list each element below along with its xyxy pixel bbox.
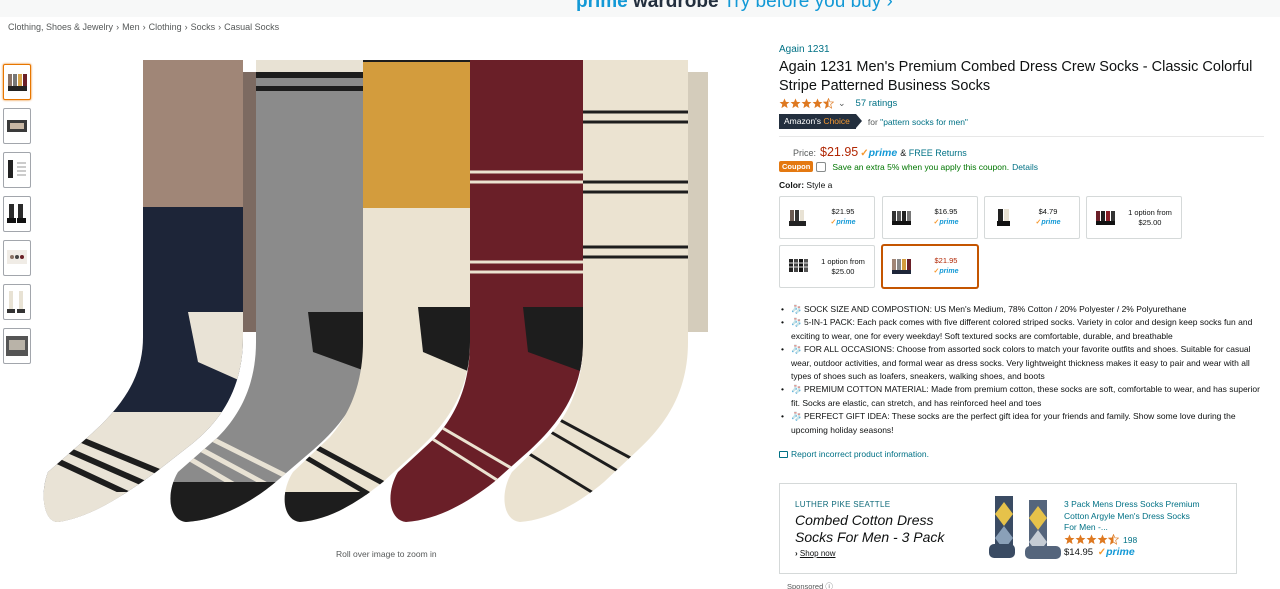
color-swatches: $21.95 ✓prime $16.95 ✓prime $4.79 ✓prime 1 … bbox=[779, 196, 1264, 291]
prime-logo: prime bbox=[868, 147, 898, 159]
speech-bubble-icon bbox=[779, 450, 788, 458]
coupon-checkbox[interactable] bbox=[816, 161, 827, 172]
price-row: Price: $21.95 ✓ prime & FREE Returns bbox=[779, 145, 1264, 159]
star-full-icon bbox=[812, 98, 823, 109]
feature-bullet: 🧦 PERFECT GIFT IDEA: These socks are the… bbox=[779, 410, 1264, 437]
breadcrumb-casual-socks[interactable]: Casual Socks bbox=[224, 22, 279, 32]
thumbnail-2[interactable] bbox=[3, 108, 31, 144]
star-full-icon bbox=[779, 98, 790, 109]
main-product-image[interactable] bbox=[38, 52, 738, 532]
swatch-3[interactable]: $4.79 ✓prime bbox=[984, 196, 1080, 239]
size-chart-thumbnail-icon bbox=[8, 160, 26, 178]
price-value: $21.95 bbox=[820, 145, 859, 159]
coupon-badge: Coupon bbox=[779, 161, 814, 172]
rating-row: ⌄ 57 ratings bbox=[779, 98, 1264, 109]
sponsored-label[interactable]: Sponsored ⓘ bbox=[787, 581, 833, 589]
star-full-icon bbox=[801, 98, 812, 109]
swatch-socks-icon bbox=[892, 210, 911, 225]
zoom-hint: Roll over image to zoom in bbox=[336, 549, 437, 559]
brand-link[interactable]: Again 1231 bbox=[779, 44, 1264, 55]
coupon-details-link[interactable]: Details bbox=[1012, 162, 1038, 172]
shop-now-link[interactable]: › Shop now bbox=[795, 549, 836, 558]
detail-thumbnail-icon bbox=[6, 336, 28, 356]
swatch-6-selected[interactable]: $21.95 ✓prime bbox=[882, 245, 978, 288]
swatch-socks-icon bbox=[892, 258, 911, 274]
breadcrumb-men[interactable]: Men bbox=[122, 22, 140, 32]
swatch-2[interactable]: $16.95 ✓prime bbox=[882, 196, 978, 239]
prime-logo: prime bbox=[1106, 546, 1135, 558]
ad-product-image[interactable] bbox=[985, 492, 1065, 568]
breadcrumb-separator: › bbox=[142, 22, 146, 32]
thumbnail-6[interactable] bbox=[3, 284, 31, 320]
product-title: Again 1231 Men's Premium Combed Dress Cr… bbox=[779, 59, 1253, 94]
coupon-text: Save an extra 5% when you apply this cou… bbox=[832, 161, 1010, 172]
prime-check-icon: ✓ bbox=[860, 148, 869, 159]
choice-query: for "pattern socks for men" bbox=[867, 116, 968, 127]
thumbnail-5[interactable] bbox=[3, 240, 31, 276]
image-thumbnails bbox=[3, 64, 33, 372]
selected-color: Style a bbox=[806, 180, 833, 190]
prime-check-icon: ✓ bbox=[1097, 547, 1107, 558]
report-incorrect-info[interactable]: Report incorrect product information. bbox=[779, 449, 1264, 459]
price-label: Price: bbox=[793, 148, 817, 158]
swatch-socks-icon bbox=[1096, 210, 1115, 225]
thumbnail-7[interactable] bbox=[3, 328, 31, 364]
breadcrumb-socks[interactable]: Socks bbox=[191, 22, 216, 32]
star-half-icon bbox=[823, 98, 834, 109]
breadcrumb-separator: › bbox=[184, 22, 188, 32]
star-full-icon bbox=[1086, 534, 1097, 545]
thumbnail-1[interactable] bbox=[3, 64, 31, 100]
amazons-choice-row: Amazon's Choice for "pattern socks for m… bbox=[779, 114, 1264, 129]
ad-rating-count: 198 bbox=[1123, 534, 1138, 545]
breadcrumb-separator: › bbox=[116, 22, 120, 32]
feature-bullet: 🧦 FOR ALL OCCASIONS: Choose from assorte… bbox=[779, 343, 1264, 383]
sponsored-ad[interactable]: LUTHER PIKE SEATTLE Combed Cotton Dress … bbox=[779, 483, 1237, 574]
color-selector-label: Color: Style a bbox=[779, 180, 833, 190]
lifestyle-thumbnail-icon bbox=[7, 204, 26, 223]
model-thumbnail-icon bbox=[7, 291, 25, 313]
ad-price: $14.95 ✓prime bbox=[1064, 546, 1135, 558]
divider bbox=[779, 136, 1264, 137]
ad-product-title[interactable]: 3 Pack Mens Dress Socks Premium Cotton A… bbox=[1064, 499, 1204, 534]
swatch-socks-icon bbox=[789, 209, 806, 226]
star-full-icon bbox=[1075, 534, 1086, 545]
breadcrumb-separator: › bbox=[218, 22, 222, 32]
socks-thumbnail-icon bbox=[8, 74, 27, 91]
chevron-down-icon[interactable]: ⌄ bbox=[838, 98, 846, 109]
star-full-icon bbox=[1064, 534, 1075, 545]
star-full-icon bbox=[1097, 534, 1108, 545]
feature-bullets: 🧦 SOCK SIZE AND COMPOSTION: US Men's Med… bbox=[779, 303, 1264, 437]
swatch-socks-icon bbox=[997, 208, 1010, 226]
ratings-count-link[interactable]: 57 ratings bbox=[856, 98, 898, 109]
box-thumbnail-icon bbox=[7, 120, 27, 132]
feature-bullet: 🧦 SOCK SIZE AND COMPOSTION: US Men's Med… bbox=[779, 303, 1264, 317]
swatch-4[interactable]: 1 option from $25.00 bbox=[1086, 196, 1182, 239]
star-half-icon bbox=[1108, 534, 1119, 545]
feature-bullet: 🧦 PREMIUM COTTON MATERIAL: Made from pre… bbox=[779, 383, 1264, 410]
product-details: Again 1231 Again 1231 Men's Premium Comb… bbox=[779, 44, 1264, 459]
breadcrumb-clothing[interactable]: Clothing bbox=[149, 22, 182, 32]
star-full-icon bbox=[790, 98, 801, 109]
swatch-1[interactable]: $21.95 ✓prime bbox=[779, 196, 875, 239]
prime-wardrobe-banner[interactable]: prime wardrobe Try before you buy › bbox=[0, 0, 1280, 17]
ad-rating[interactable]: 198 bbox=[1064, 534, 1137, 545]
thumbnail-4[interactable] bbox=[3, 196, 31, 232]
packaging-thumbnail-icon bbox=[7, 250, 27, 264]
ad-star-rating bbox=[1064, 534, 1119, 545]
swatch-5[interactable]: 1 option from $25.00 bbox=[779, 245, 875, 288]
choice-query-link[interactable]: "pattern socks for men" bbox=[880, 117, 968, 127]
swatch-socks-icon bbox=[789, 258, 808, 272]
amazons-choice-badge: Amazon's Choice bbox=[779, 114, 862, 129]
thumbnail-3[interactable] bbox=[3, 152, 31, 188]
coupon-row: Coupon Save an extra 5% when you apply t… bbox=[779, 161, 1264, 172]
star-rating[interactable] bbox=[779, 98, 834, 109]
feature-bullet: 🧦 5-IN-1 PACK: Each pack comes with five… bbox=[779, 316, 1264, 343]
ad-headline[interactable]: Combed Cotton Dress Socks For Men - 3 Pa… bbox=[795, 512, 975, 546]
ad-brand: LUTHER PIKE SEATTLE bbox=[795, 500, 891, 509]
banner-text[interactable]: prime wardrobe Try before you buy › bbox=[576, 0, 893, 13]
free-returns-link[interactable]: FREE Returns bbox=[909, 148, 967, 158]
free-returns: & FREE Returns bbox=[900, 148, 967, 158]
breadcrumb-clothing-shoes-jewelry[interactable]: Clothing, Shoes & Jewelry bbox=[8, 22, 113, 32]
breadcrumb: Clothing, Shoes & Jewelry › Men › Clothing › S… bbox=[8, 22, 279, 32]
